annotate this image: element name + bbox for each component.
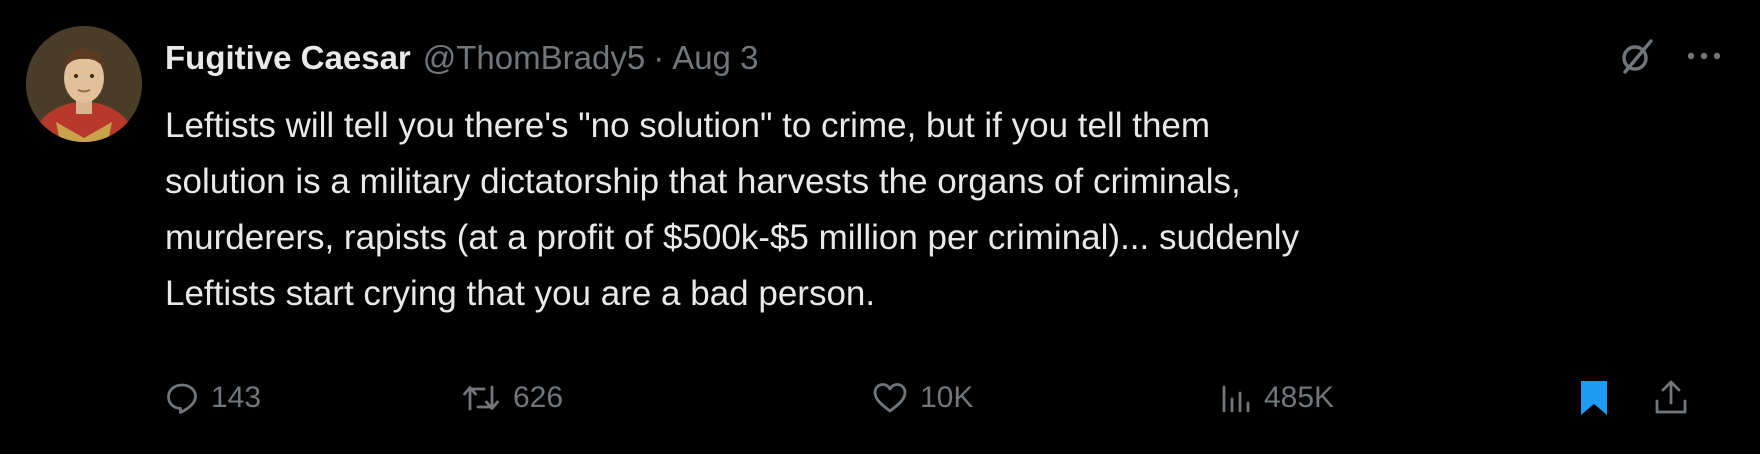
like-button[interactable]: 10K (872, 373, 973, 423)
repost-count: 626 (513, 381, 564, 414)
separator-dot: · (653, 39, 665, 76)
tweet-text-line: solution is a military dictatorship that… (165, 162, 1241, 201)
tweet-text-line: Leftists will tell you there's "no solut… (165, 106, 1211, 145)
share-button[interactable] (1653, 373, 1689, 423)
grok-icon (1622, 39, 1653, 74)
reply-button[interactable]: 143 (165, 373, 261, 423)
tweet-text-line: murderers, rapists (at a profit of $500k… (165, 218, 1300, 257)
author-display-name[interactable]: Fugitive Caesar (165, 39, 411, 77)
share-icon (1655, 380, 1687, 414)
tweet-card[interactable]: Fugitive Caesar @ThomBrady5 · Aug 3 Left… (0, 0, 1760, 454)
tweet-actions: 143 626 10K 485K (165, 373, 1725, 423)
bookmark-icon (1581, 381, 1607, 415)
reply-count: 143 (211, 381, 262, 414)
repost-icon (463, 385, 499, 411)
reply-icon (167, 383, 197, 414)
tweet-header: Fugitive Caesar @ThomBrady5 · Aug 3 (165, 34, 758, 82)
view-count: 485K (1264, 381, 1335, 414)
views-button[interactable]: 485K (1220, 373, 1334, 423)
like-count: 10K (920, 381, 974, 414)
avatar[interactable] (26, 26, 142, 142)
repost-button[interactable]: 626 (461, 373, 563, 423)
portrait-avatar-icon (26, 26, 142, 142)
header-actions (1616, 36, 1724, 76)
analytics-icon (1222, 385, 1250, 413)
grok-button[interactable] (1616, 36, 1656, 76)
bookmark-button[interactable] (1577, 373, 1611, 423)
tweet-date[interactable]: Aug 3 (672, 39, 758, 77)
tweet-text-line: Leftists start crying that you are a bad… (165, 274, 876, 313)
tweet-text: Leftists will tell you there's "no solut… (165, 98, 1705, 322)
more-button[interactable] (1684, 36, 1724, 76)
more-icon (1687, 52, 1721, 60)
author-handle[interactable]: @ThomBrady5 (423, 39, 645, 77)
heart-icon (873, 383, 907, 413)
